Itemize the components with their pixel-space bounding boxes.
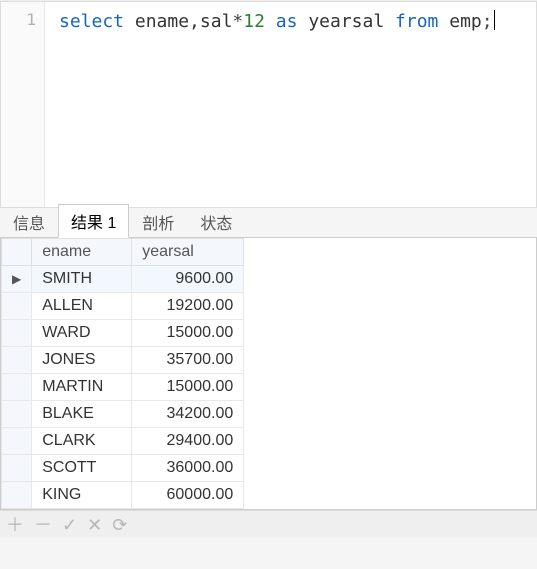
minus-icon[interactable]: － <box>34 516 52 534</box>
punct-semi: ; <box>482 11 493 32</box>
kw-select: select <box>59 11 124 32</box>
table-row[interactable]: BLAKE34200.00 <box>2 401 244 428</box>
results-grid[interactable]: ename yearsal ▶SMITH9600.00ALLEN19200.00… <box>1 238 244 509</box>
table-row[interactable]: JONES35700.00 <box>2 347 244 374</box>
cell-yearsal[interactable]: 34200.00 <box>132 401 244 428</box>
cell-yearsal[interactable]: 36000.00 <box>132 455 244 482</box>
cell-ename[interactable]: MARTIN <box>32 374 132 401</box>
row-marker <box>2 374 32 401</box>
tab-0[interactable]: 信息 <box>0 205 58 238</box>
cell-ename[interactable]: WARD <box>32 320 132 347</box>
row-marker <box>2 293 32 320</box>
cell-yearsal[interactable]: 15000.00 <box>132 320 244 347</box>
col-header-yearsal[interactable]: yearsal <box>132 239 244 266</box>
cell-ename[interactable]: JONES <box>32 347 132 374</box>
table-row[interactable]: ▶SMITH9600.00 <box>2 266 244 293</box>
table-row[interactable]: ALLEN19200.00 <box>2 293 244 320</box>
punct-star: * <box>232 11 243 32</box>
row-marker <box>2 482 32 509</box>
row-marker <box>2 428 32 455</box>
cell-ename[interactable]: ALLEN <box>32 293 132 320</box>
check-icon[interactable]: ✓ <box>62 516 77 534</box>
result-tabs: 信息结果 1剖析状态 <box>0 208 537 238</box>
results-pane: ename yearsal ▶SMITH9600.00ALLEN19200.00… <box>0 238 537 510</box>
row-marker <box>2 455 32 482</box>
cell-ename[interactable]: BLAKE <box>32 401 132 428</box>
cell-yearsal[interactable]: 9600.00 <box>132 266 244 293</box>
num-12: 12 <box>243 11 265 32</box>
kw-as: as <box>276 11 298 32</box>
grid-footer-toolbar: ＋ － ✓ ✕ ⟳ <box>0 510 537 538</box>
ident-table: emp <box>449 11 482 32</box>
cell-ename[interactable]: SMITH <box>32 266 132 293</box>
cell-yearsal[interactable]: 60000.00 <box>132 482 244 509</box>
cell-yearsal[interactable]: 35700.00 <box>132 347 244 374</box>
line-number: 1 <box>1 10 36 29</box>
table-row[interactable]: KING60000.00 <box>2 482 244 509</box>
cell-yearsal[interactable]: 29400.00 <box>132 428 244 455</box>
cross-icon[interactable]: ✕ <box>87 516 102 534</box>
tab-3[interactable]: 状态 <box>187 205 245 238</box>
tab-1[interactable]: 结果 1 <box>58 204 129 238</box>
ident-alias: yearsal <box>308 11 384 32</box>
line-gutter: 1 <box>1 2 45 207</box>
row-marker-header <box>2 239 32 266</box>
ident-fields: ename,sal <box>135 11 233 32</box>
table-row[interactable]: SCOTT36000.00 <box>2 455 244 482</box>
kw-from: from <box>395 11 438 32</box>
plus-icon[interactable]: ＋ <box>6 516 24 534</box>
table-row[interactable]: WARD15000.00 <box>2 320 244 347</box>
row-marker <box>2 347 32 374</box>
cell-yearsal[interactable]: 19200.00 <box>132 293 244 320</box>
table-row[interactable]: CLARK29400.00 <box>2 428 244 455</box>
table-row[interactable]: MARTIN15000.00 <box>2 374 244 401</box>
row-marker <box>2 320 32 347</box>
text-cursor <box>494 10 495 30</box>
row-marker <box>2 401 32 428</box>
cell-ename[interactable]: SCOTT <box>32 455 132 482</box>
sql-code[interactable]: select ename,sal*12 as yearsal from emp; <box>45 2 536 207</box>
row-marker: ▶ <box>2 266 32 293</box>
cell-ename[interactable]: CLARK <box>32 428 132 455</box>
col-header-ename[interactable]: ename <box>32 239 132 266</box>
cell-ename[interactable]: KING <box>32 482 132 509</box>
cell-yearsal[interactable]: 15000.00 <box>132 374 244 401</box>
sql-editor[interactable]: 1 select ename,sal*12 as yearsal from em… <box>0 2 537 208</box>
refresh-icon[interactable]: ⟳ <box>112 516 127 534</box>
tab-2[interactable]: 剖析 <box>129 205 187 238</box>
